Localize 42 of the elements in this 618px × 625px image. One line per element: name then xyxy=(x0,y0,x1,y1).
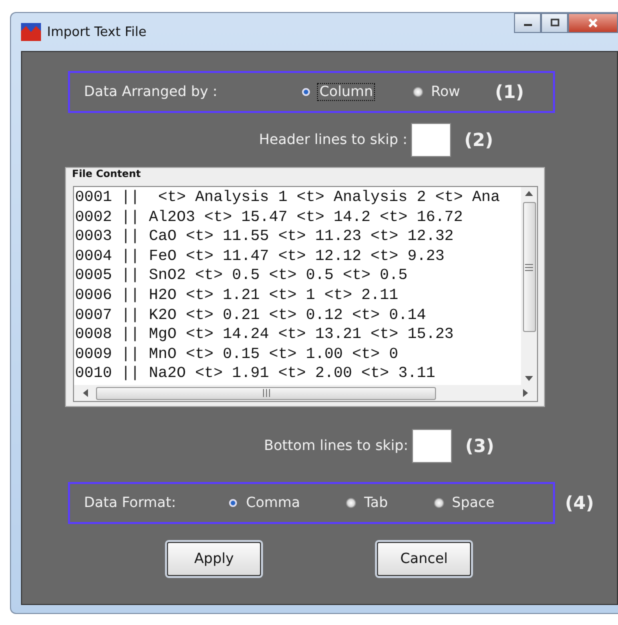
text-line: 0002 || Al2O3 <t> 15.47 <t> 14.2 <t> 16.72 xyxy=(75,208,464,228)
window-title: Import Text File xyxy=(47,24,146,40)
right-arrow-icon xyxy=(523,389,529,397)
step-number: (2) xyxy=(464,130,494,150)
radio-option[interactable]: Comma xyxy=(228,494,302,512)
text-line: 0004 || FeO <t> 11.47 <t> 12.12 <t> 9.23 xyxy=(75,246,446,266)
group-label: Data Format: xyxy=(84,495,176,511)
field-label: Bottom lines to skip: xyxy=(264,438,408,454)
panel-title: File Content xyxy=(72,169,141,180)
close-button[interactable] xyxy=(568,13,618,33)
text-line: 0007 || K2O <t> 0.21 <t> 0.12 <t> 0.14 xyxy=(75,306,427,326)
horizontal-scrollbar[interactable] xyxy=(74,385,537,401)
input-field[interactable] xyxy=(412,429,452,463)
maximize-icon xyxy=(550,18,560,28)
close-icon xyxy=(587,17,599,29)
up-arrow-icon xyxy=(525,190,533,196)
vertical-scrollbar[interactable] xyxy=(521,187,537,385)
text-line: 0010 || Na2O <t> 1.91 <t> 2.00 <t> 3.11 xyxy=(75,364,436,384)
minimize-button[interactable] xyxy=(514,13,541,33)
text-line: 0005 || SnO2 <t> 0.5 <t> 0.5 <t> 0.5 xyxy=(75,266,408,286)
input-field[interactable] xyxy=(411,123,452,157)
text-line: 0003 || CaO <t> 11.55 <t> 11.23 <t> 12.32 xyxy=(75,227,455,247)
radio-option[interactable]: Row xyxy=(412,83,462,101)
text-line: 0006 || H2O <t> 1.21 <t> 1 <t> 2.11 xyxy=(75,286,400,306)
text-line: 0008 || MgO <t> 14.24 <t> 13.21 <t> 15.23 xyxy=(75,325,455,345)
radio-option[interactable]: Tab xyxy=(346,494,390,512)
group-label: Data Arranged by : xyxy=(84,84,218,100)
apply-button[interactable]: Apply xyxy=(167,542,261,576)
grip-icon xyxy=(525,264,533,270)
cancel-button[interactable]: Cancel xyxy=(377,542,471,576)
step-number: (3) xyxy=(465,436,494,456)
grip-icon xyxy=(262,389,270,397)
left-arrow-icon xyxy=(82,389,88,397)
maximize-button[interactable] xyxy=(541,13,568,33)
app-logo-icon xyxy=(21,23,41,41)
step-number: (4) xyxy=(565,492,594,514)
text-line: 0009 || MnO <t> 0.15 <t> 1.00 <t> 0 xyxy=(75,344,400,364)
step-number: (1) xyxy=(495,82,524,102)
text-line: 0001 || <t> Analysis 1 <t> Analysis 2 <t> Ana xyxy=(75,188,501,208)
radio-option[interactable]: Space xyxy=(434,494,497,512)
down-arrow-icon xyxy=(525,376,533,382)
field-label: Header lines to skip : xyxy=(259,132,408,148)
